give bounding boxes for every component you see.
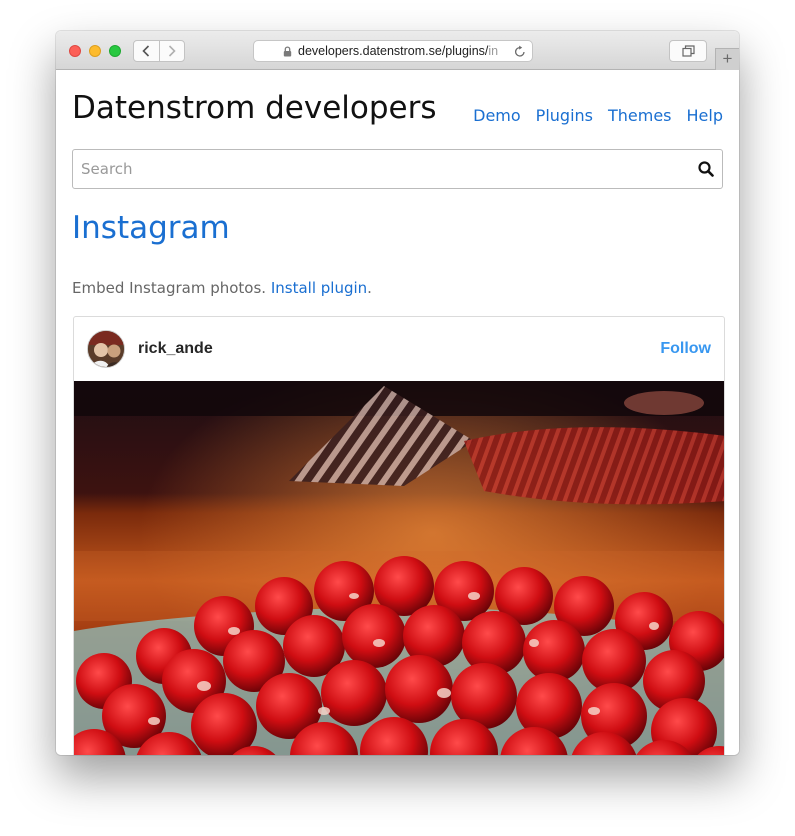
reload-icon[interactable] [514, 45, 526, 58]
search-box [72, 149, 723, 189]
avatar[interactable] [87, 330, 125, 368]
close-window-button[interactable] [69, 45, 81, 57]
site-title[interactable]: Datenstrom developers [72, 90, 437, 126]
lock-icon [283, 46, 292, 57]
zoom-window-button[interactable] [109, 45, 121, 57]
browser-toolbar: developers.datenstrom.se/plugins/in + [56, 31, 739, 70]
forward-button[interactable] [158, 41, 185, 61]
nav-link-plugins[interactable]: Plugins [536, 106, 593, 125]
back-icon [142, 45, 150, 57]
search-input[interactable] [73, 150, 699, 188]
search-icon[interactable] [698, 161, 714, 177]
address-bar[interactable]: developers.datenstrom.se/plugins/in [253, 40, 533, 62]
install-plugin-link[interactable]: Install plugin [271, 279, 367, 297]
follow-button[interactable]: Follow [660, 340, 711, 358]
description-period: . [367, 279, 372, 297]
new-tab-icon: + [722, 49, 733, 68]
tabs-overview-icon [681, 45, 695, 57]
url-text: developers.datenstrom.se/plugins/in [298, 44, 498, 58]
url-faded: in [488, 44, 499, 58]
back-button[interactable] [134, 41, 159, 61]
page-title: Instagram [72, 210, 230, 246]
instagram-header: rick_ande Follow [74, 317, 724, 381]
nav-link-demo[interactable]: Demo [473, 106, 521, 125]
description-text: Embed Instagram photos. [72, 279, 267, 297]
page-content: Datenstrom developers Demo Plugins Theme… [56, 70, 739, 755]
nav-link-help[interactable]: Help [687, 106, 723, 125]
site-nav: Demo Plugins Themes Help [473, 106, 723, 125]
new-tab-button[interactable]: + [715, 48, 739, 70]
instagram-embed: rick_ande Follow [73, 316, 725, 755]
history-nav [133, 40, 185, 62]
minimize-window-button[interactable] [89, 45, 101, 57]
avatar-image [88, 331, 124, 367]
nav-link-themes[interactable]: Themes [608, 106, 672, 125]
page-description: Embed Instagram photos. Install plugin. [72, 279, 372, 297]
instagram-username[interactable]: rick_ande [138, 340, 213, 358]
tabs-overview-button[interactable] [669, 40, 707, 62]
browser-window: developers.datenstrom.se/plugins/in + Da… [56, 31, 739, 755]
instagram-photo[interactable] [74, 381, 725, 755]
url-main: developers.datenstrom.se/plugins/ [298, 44, 489, 58]
forward-icon [168, 45, 176, 57]
